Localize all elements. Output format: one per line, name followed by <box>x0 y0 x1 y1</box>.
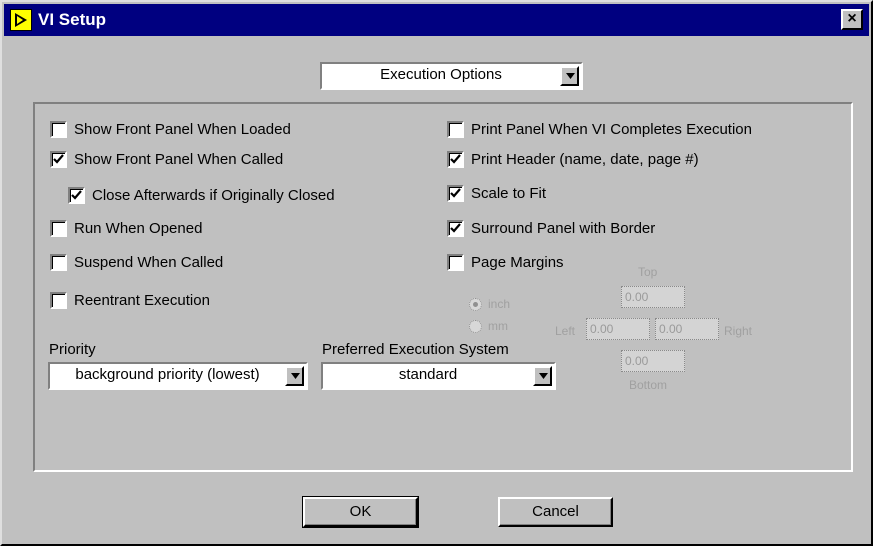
checkbox-label: Scale to Fit <box>471 185 547 202</box>
margin-bottom-field[interactable]: 0.00 <box>621 350 685 372</box>
title-bar[interactable]: VI Setup × <box>4 4 869 36</box>
options-category-select[interactable]: Execution Options <box>320 62 583 90</box>
window-title: VI Setup <box>38 10 107 29</box>
margin-bottom-label: Bottom <box>629 378 668 392</box>
close-icon: × <box>847 10 857 27</box>
margin-right-field[interactable]: 0.00 <box>655 318 719 340</box>
execution-system-select[interactable]: standard <box>321 362 556 390</box>
margin-top-label: Top <box>638 265 658 279</box>
checkbox-label: Surround Panel with Border <box>471 220 656 237</box>
checkbox-page-margins[interactable]: Page Margins <box>447 252 647 274</box>
checkbox-show-front-panel-when-called[interactable]: Show Front Panel When Called <box>50 149 350 171</box>
checkbox-label: Page Margins <box>471 254 564 271</box>
ok-button[interactable]: OK <box>302 496 419 528</box>
checkbox-label: Show Front Panel When Called <box>74 151 284 168</box>
checkbox-label: Show Front Panel When Loaded <box>74 121 291 138</box>
checkbox-box[interactable] <box>447 185 464 202</box>
checkbox-label: Run When Opened <box>74 220 203 237</box>
priority-select[interactable]: background priority (lowest) <box>48 362 308 390</box>
priority-dropdown-button[interactable] <box>285 366 304 386</box>
execution-system-value: standard <box>398 366 458 383</box>
checkbox-box[interactable] <box>50 292 67 309</box>
checkbox-box[interactable] <box>68 187 85 204</box>
checkbox-box[interactable] <box>447 151 464 168</box>
chevron-down-icon <box>291 373 300 379</box>
priority-value: background priority (lowest) <box>75 366 260 383</box>
unit-radio-inch[interactable] <box>469 298 482 311</box>
checkbox-surround-panel-with-border[interactable]: Surround Panel with Border <box>447 218 807 240</box>
checkbox-label: Reentrant Execution <box>74 292 210 309</box>
checkmark-icon <box>450 188 461 198</box>
execution-system-label: Preferred Execution System <box>322 341 509 358</box>
cancel-button[interactable]: Cancel <box>498 497 613 527</box>
checkbox-label: Print Panel When VI Completes Execution <box>471 121 752 138</box>
checkmark-icon <box>450 154 461 164</box>
unit-mm-label: mm <box>488 319 508 333</box>
labview-run-icon <box>10 9 32 31</box>
checkmark-icon <box>53 154 64 164</box>
unit-radio-mm[interactable] <box>469 320 482 333</box>
vi-setup-dialog: VI Setup × Execution Options Show Front … <box>0 0 873 546</box>
checkbox-box[interactable] <box>447 220 464 237</box>
priority-label: Priority <box>49 341 96 358</box>
checkbox-run-when-opened[interactable]: Run When Opened <box>50 218 350 240</box>
checkbox-suspend-when-called[interactable]: Suspend When Called <box>50 252 350 274</box>
checkmark-icon <box>450 223 461 233</box>
checkbox-box[interactable] <box>50 151 67 168</box>
execution-system-dropdown-button[interactable] <box>533 366 552 386</box>
checkbox-box[interactable] <box>447 121 464 138</box>
unit-inch-label: inch <box>488 297 511 311</box>
checkbox-label: Suspend When Called <box>74 254 224 271</box>
chevron-down-icon <box>566 73 575 79</box>
checkbox-box[interactable] <box>50 121 67 138</box>
margin-top-field[interactable]: 0.00 <box>621 286 685 308</box>
checkbox-reentrant-execution[interactable]: Reentrant Execution <box>50 290 350 312</box>
checkbox-scale-to-fit[interactable]: Scale to Fit <box>447 183 807 205</box>
chevron-down-icon <box>539 373 548 379</box>
checkbox-label: Print Header (name, date, page #) <box>471 151 699 168</box>
margin-left-field[interactable]: 0.00 <box>586 318 650 340</box>
margin-left-label: Left <box>555 324 576 338</box>
checkbox-print-panel-when-complete[interactable]: Print Panel When VI Completes Execution <box>447 119 807 141</box>
checkbox-box[interactable] <box>447 254 464 271</box>
checkbox-close-afterwards[interactable]: Close Afterwards if Originally Closed <box>68 185 368 207</box>
close-button[interactable]: × <box>841 9 863 30</box>
margin-right-label: Right <box>724 324 753 338</box>
checkbox-box[interactable] <box>50 254 67 271</box>
checkbox-label: Close Afterwards if Originally Closed <box>92 187 335 204</box>
checkbox-print-header[interactable]: Print Header (name, date, page #) <box>447 149 807 171</box>
checkbox-box[interactable] <box>50 220 67 237</box>
checkbox-show-front-panel-when-loaded[interactable]: Show Front Panel When Loaded <box>50 119 350 141</box>
checkmark-icon <box>71 190 82 200</box>
options-category-value: Execution Options <box>380 66 502 83</box>
options-category-dropdown-button[interactable] <box>560 66 579 86</box>
